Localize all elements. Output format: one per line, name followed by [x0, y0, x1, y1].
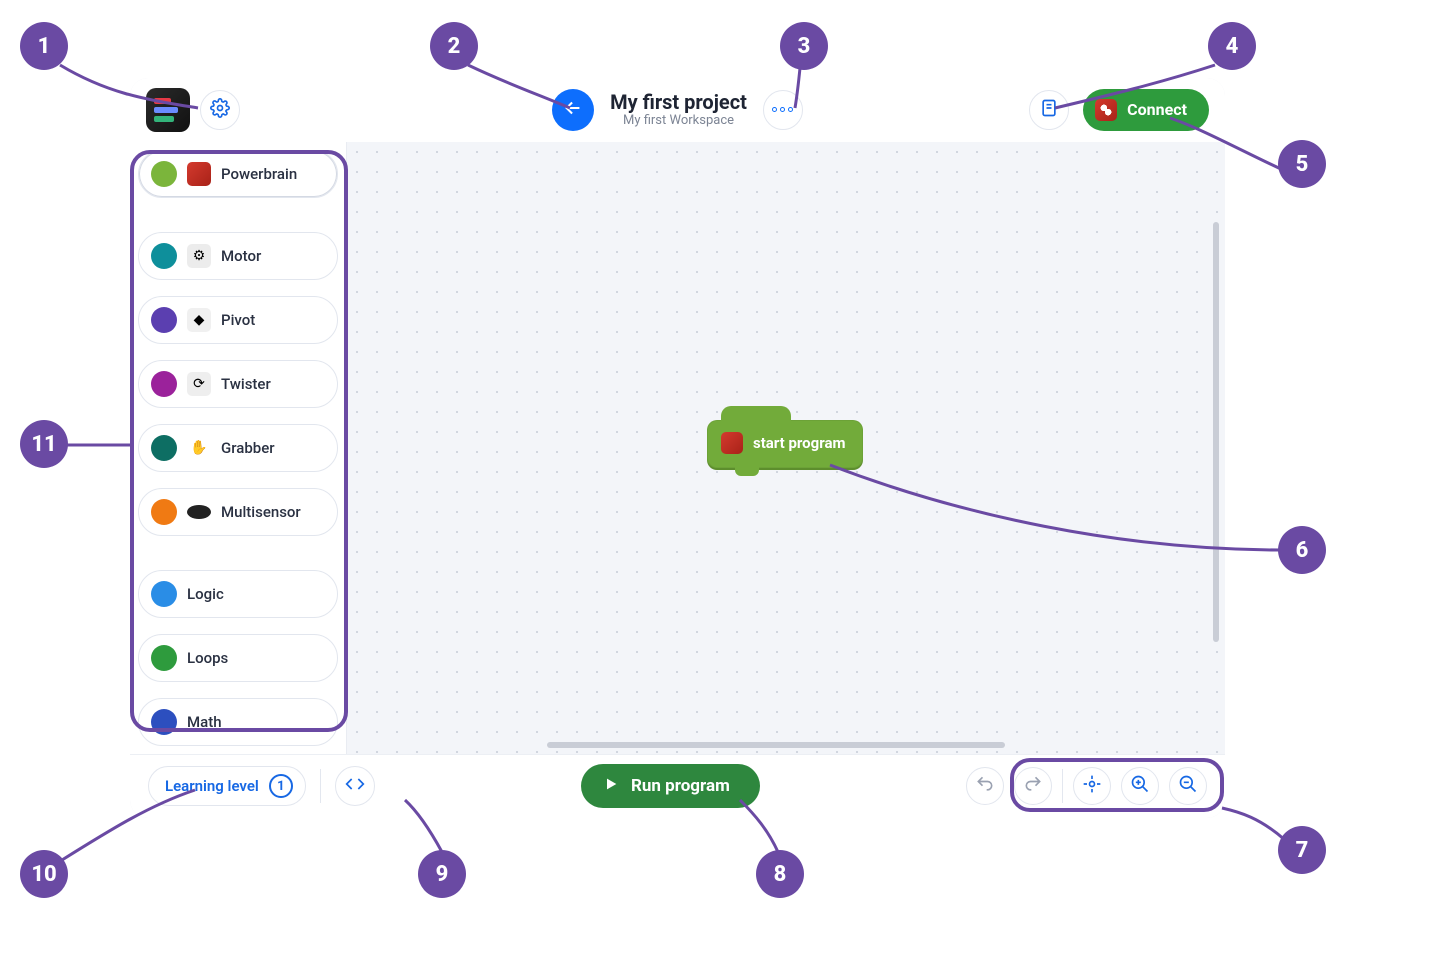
- start-program-block[interactable]: start program: [707, 420, 863, 468]
- palette-label: Motor: [221, 247, 261, 265]
- learning-level-value: 1: [269, 774, 293, 798]
- palette-label: Twister: [221, 375, 271, 393]
- dots-icon: [788, 107, 793, 112]
- palette-label: Logic: [187, 585, 224, 603]
- project-menu-button[interactable]: [763, 90, 803, 130]
- palette-item-grabber[interactable]: ✋ Grabber: [138, 424, 338, 472]
- dots-icon: [772, 107, 777, 112]
- palette-item-motor[interactable]: ⚙ Motor: [138, 232, 338, 280]
- palette-item-twister[interactable]: ⟳ Twister: [138, 360, 338, 408]
- learning-level-label: Learning level: [165, 777, 259, 795]
- motor-icon: ⚙: [187, 244, 211, 268]
- palette-item-multisensor[interactable]: Multisensor: [138, 488, 338, 536]
- palette-label: Powerbrain: [221, 165, 297, 183]
- cube-icon: [721, 432, 743, 454]
- zoom-in-icon: [1130, 774, 1150, 798]
- redo-button[interactable]: [1014, 767, 1052, 805]
- zoom-out-icon: [1178, 774, 1198, 798]
- palette-item-pivot[interactable]: ◆ Pivot: [138, 296, 338, 344]
- arrow-left-icon: [562, 97, 584, 123]
- notes-button[interactable]: [1029, 90, 1069, 130]
- dots-icon: [780, 107, 785, 112]
- twister-icon: ⟳: [187, 372, 211, 396]
- zoom-out-button[interactable]: [1169, 767, 1207, 805]
- main: Powerbrain ⚙ Motor ◆ Pivot ⟳ Twister ✋: [130, 142, 1225, 754]
- callout-5: 5: [1278, 140, 1326, 188]
- connect-button[interactable]: Connect: [1083, 89, 1209, 131]
- learning-level-button[interactable]: Learning level 1: [148, 766, 306, 806]
- callout-8: 8: [756, 850, 804, 898]
- callout-6: 6: [1278, 526, 1326, 574]
- settings-button[interactable]: [200, 90, 240, 130]
- divider: [1062, 769, 1063, 803]
- cube-icon: [1095, 99, 1117, 121]
- code-view-button[interactable]: [335, 766, 375, 806]
- category-color-dot: [151, 581, 177, 607]
- callout-11: 11: [20, 420, 68, 468]
- zoom-in-button[interactable]: [1121, 767, 1159, 805]
- footer: Learning level 1 Run program: [130, 754, 1225, 818]
- palette-item-powerbrain[interactable]: Powerbrain: [138, 150, 338, 198]
- category-color-dot: [151, 371, 177, 397]
- palette-label: Pivot: [221, 311, 255, 329]
- callout-9: 9: [418, 850, 466, 898]
- category-color-dot: [151, 709, 177, 735]
- cube-icon: [187, 162, 211, 186]
- callout-2: 2: [430, 22, 478, 70]
- palette-label: Math: [187, 713, 222, 731]
- redo-icon: [1023, 774, 1043, 798]
- block-palette: Powerbrain ⚙ Motor ◆ Pivot ⟳ Twister ✋: [130, 142, 346, 754]
- play-icon: [603, 776, 619, 797]
- category-color-dot: [151, 243, 177, 269]
- start-block-label: start program: [753, 434, 845, 452]
- undo-icon: [975, 774, 995, 798]
- palette-item-math[interactable]: Math: [138, 698, 338, 746]
- workspace-subtitle: My first Workspace: [610, 114, 747, 129]
- palette-label: Grabber: [221, 439, 275, 457]
- target-icon: [1082, 774, 1102, 798]
- app-icon[interactable]: [146, 88, 190, 132]
- category-color-dot: [151, 645, 177, 671]
- project-title-block: My first project My first Workspace: [610, 91, 747, 129]
- palette-item-loops[interactable]: Loops: [138, 634, 338, 682]
- callout-10: 10: [20, 850, 68, 898]
- run-label: Run program: [631, 776, 730, 796]
- app-window: My first project My first Workspace Conn…: [130, 78, 1225, 818]
- palette-item-logic[interactable]: Logic: [138, 570, 338, 618]
- divider: [320, 769, 321, 803]
- project-title: My first project: [610, 91, 747, 114]
- recenter-button[interactable]: [1073, 767, 1111, 805]
- category-color-dot: [151, 307, 177, 333]
- header: My first project My first Workspace Conn…: [130, 78, 1225, 142]
- callout-1: 1: [20, 22, 68, 70]
- gear-icon: [210, 98, 230, 122]
- grabber-icon: ✋: [187, 436, 211, 460]
- pivot-icon: ◆: [187, 308, 211, 332]
- palette-label: Loops: [187, 649, 228, 667]
- multisensor-icon: [187, 505, 211, 519]
- undo-button[interactable]: [966, 767, 1004, 805]
- back-button[interactable]: [552, 89, 594, 131]
- category-color-dot: [151, 435, 177, 461]
- connect-label: Connect: [1127, 100, 1187, 119]
- notes-icon: [1039, 98, 1059, 122]
- palette-label: Multisensor: [221, 503, 301, 521]
- run-program-button[interactable]: Run program: [581, 764, 760, 808]
- block-canvas[interactable]: start program: [346, 142, 1225, 754]
- callout-3: 3: [780, 22, 828, 70]
- code-icon: [345, 774, 365, 798]
- callout-4: 4: [1208, 22, 1256, 70]
- category-color-dot: [151, 499, 177, 525]
- category-color-dot: [151, 161, 177, 187]
- callout-7: 7: [1278, 826, 1326, 874]
